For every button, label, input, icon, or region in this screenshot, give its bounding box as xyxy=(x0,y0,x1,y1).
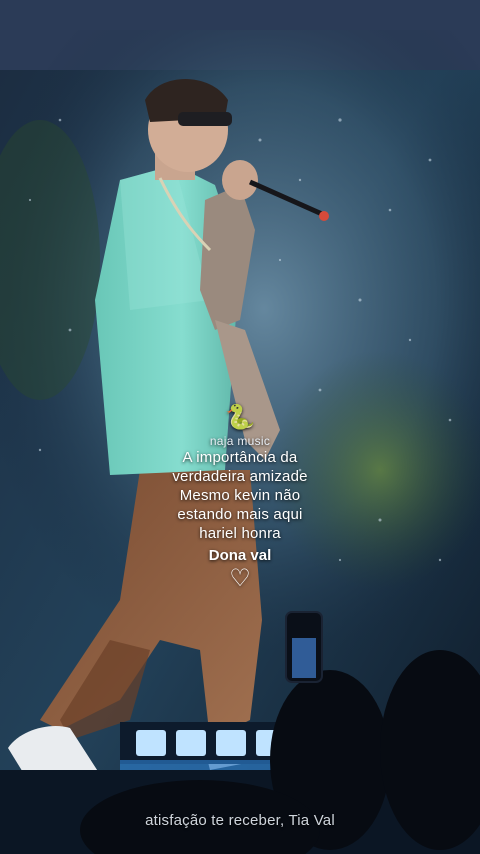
concert-photo xyxy=(0,0,480,854)
